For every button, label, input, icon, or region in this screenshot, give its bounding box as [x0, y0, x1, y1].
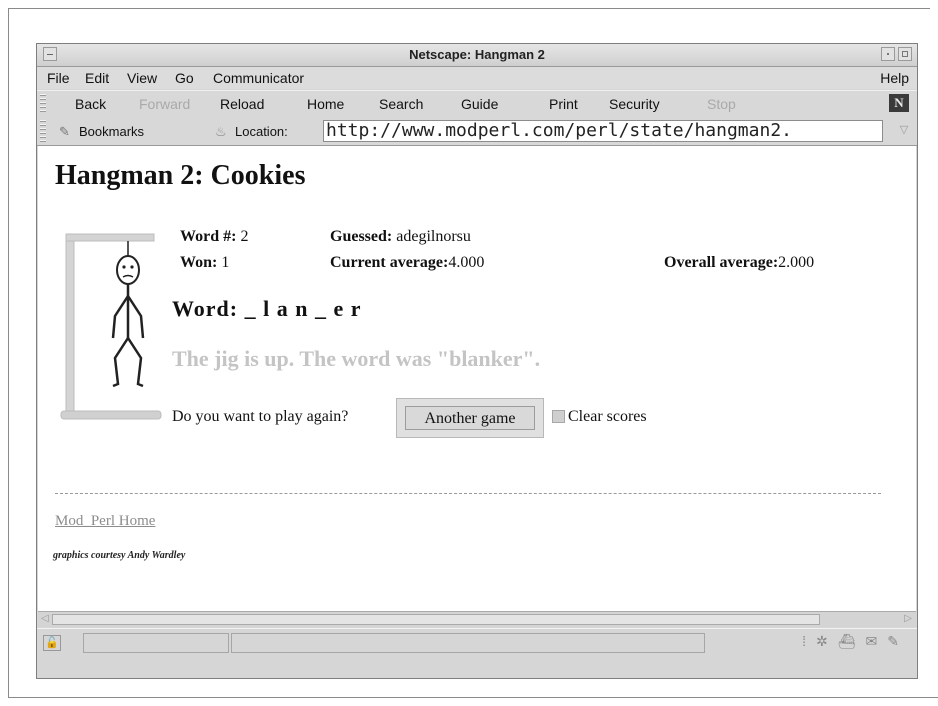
menu-file[interactable]: File	[47, 70, 70, 86]
location-grip[interactable]	[40, 120, 46, 142]
location-toolbar: ✎ Bookmarks ♨ Location: http://www.modpe…	[37, 117, 917, 146]
stop-button[interactable]: Stop	[707, 96, 736, 112]
bookmarks-button[interactable]: Bookmarks	[79, 124, 144, 139]
menu-communicator[interactable]: Communicator	[213, 70, 304, 86]
reload-button[interactable]: Reload	[220, 96, 264, 112]
security-button[interactable]: Security	[609, 96, 660, 112]
guessed-stat: Guessed: adegilnorsu	[330, 228, 471, 246]
scroll-left-icon[interactable]: ◁	[41, 613, 49, 624]
menu-bar: File Edit View Go Communicator Help	[37, 67, 917, 89]
page-title: Hangman 2: Cookies	[55, 160, 306, 191]
clear-scores-label[interactable]: Clear scores	[568, 408, 647, 426]
navigation-toolbar: Back Forward Reload Home Search Guide Pr…	[37, 90, 917, 118]
clear-scores-checkbox[interactable]	[552, 410, 565, 423]
game-over-message: The jig is up. The word was "blanker".	[172, 346, 541, 371]
overall-average-label: Overall average:	[664, 254, 779, 271]
word-number-stat: Word #: 2	[180, 228, 248, 246]
word-number-label: Word #:	[180, 228, 237, 245]
menu-help[interactable]: Help	[880, 70, 909, 86]
status-progress-field	[83, 633, 229, 653]
location-input[interactable]: http://www.modperl.com/perl/state/hangma…	[323, 120, 883, 142]
title-bar[interactable]: Netscape: Hangman 2	[37, 44, 917, 67]
location-dropdown-icon[interactable]: ▽	[897, 123, 911, 139]
status-bar: 🔓 ⁞✲⛴✉✎	[37, 628, 917, 659]
home-button[interactable]: Home	[307, 96, 344, 112]
menu-edit[interactable]: Edit	[85, 70, 109, 86]
window-bottom-edge	[37, 658, 917, 678]
menu-go[interactable]: Go	[175, 70, 194, 86]
another-game-button-frame: Another game	[396, 398, 544, 438]
netscape-logo-icon[interactable]: N	[889, 94, 909, 112]
status-message-field	[231, 633, 705, 653]
won-label: Won:	[180, 254, 218, 271]
word-value: _ l a n _ e r	[244, 296, 362, 321]
guessed-value: adegilnorsu	[396, 228, 471, 245]
current-average-label: Current average:	[330, 254, 449, 271]
menu-view[interactable]: View	[127, 70, 157, 86]
guide-button[interactable]: Guide	[461, 96, 498, 112]
print-button[interactable]: Print	[549, 96, 578, 112]
scroll-right-icon[interactable]: ▷	[904, 613, 912, 624]
divider	[55, 493, 881, 494]
hangman-gallows-icon	[60, 233, 162, 420]
location-page-icon[interactable]: ♨	[215, 124, 227, 140]
guessed-label: Guessed:	[330, 228, 393, 245]
mod-perl-home-link[interactable]: Mod_Perl Home	[55, 513, 155, 530]
overall-average-value: 2.000	[778, 254, 815, 271]
won-value: 1	[221, 254, 230, 271]
word-number-value: 2	[240, 228, 249, 245]
location-label: Location:	[235, 124, 288, 139]
forward-button[interactable]: Forward	[139, 96, 190, 112]
another-game-button[interactable]: Another game	[405, 406, 535, 430]
horizontal-scrollbar[interactable]: ◁ ▷	[38, 611, 916, 627]
word-label: Word:	[172, 296, 239, 321]
security-lock-icon[interactable]: 🔓	[43, 635, 61, 651]
current-average-value: 4.000	[448, 254, 485, 271]
back-button[interactable]: Back	[75, 96, 106, 112]
window-title: Netscape: Hangman 2	[409, 47, 545, 62]
bookmarks-icon[interactable]: ✎	[59, 124, 70, 140]
maximize-button[interactable]	[898, 47, 912, 61]
figure-frame-bottom	[8, 697, 938, 698]
word-display: Word: _ l a n _ e r	[172, 296, 362, 322]
overall-average-stat: Overall average:2.000	[664, 254, 814, 272]
current-average-stat: Current average:4.000	[330, 254, 484, 272]
page-content: Hangman 2: Cookies Word #: 2 Guessed: ad…	[38, 146, 916, 611]
browser-window: Netscape: Hangman 2 File Edit View Go Co…	[36, 43, 918, 679]
search-button[interactable]: Search	[379, 96, 423, 112]
won-stat: Won: 1	[180, 254, 229, 272]
graphics-credit: graphics courtesy Andy Wardley	[53, 550, 186, 561]
component-bar-icons[interactable]: ⁞✲⛴✉✎	[802, 633, 909, 650]
minimize-button[interactable]	[881, 47, 895, 61]
play-again-prompt: Do you want to play again?	[172, 408, 349, 425]
toolbar-grip[interactable]	[40, 94, 46, 114]
scrollbar-thumb[interactable]	[52, 614, 820, 625]
